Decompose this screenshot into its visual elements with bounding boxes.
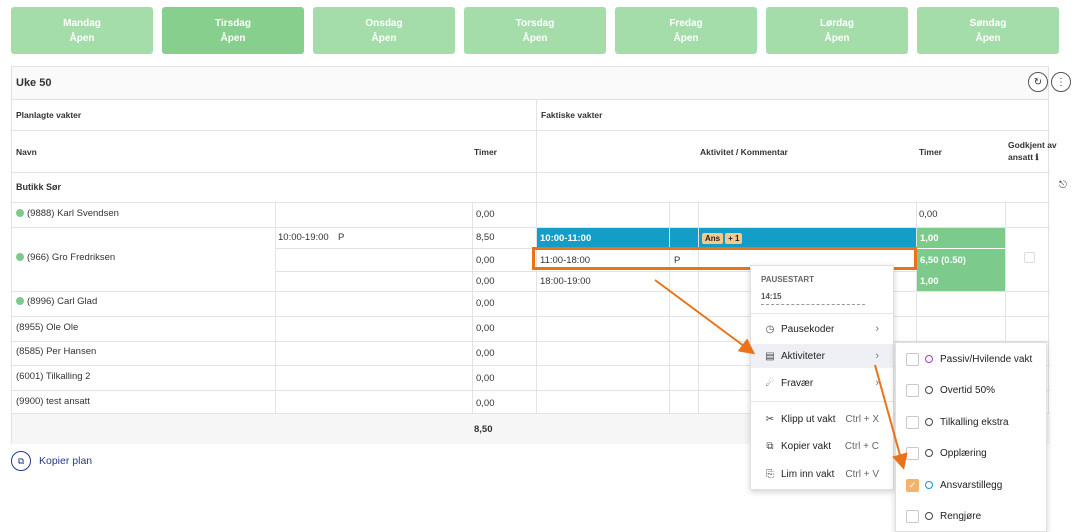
copy-plan-label: Kopier plan	[39, 455, 93, 467]
copy-icon: ⧉	[11, 451, 31, 471]
annotation-arrows	[654, 279, 908, 470]
copy-plan-button[interactable]: ⧉ Kopier plan	[11, 451, 92, 471]
arrow-to-aktiviteter	[654, 279, 756, 355]
arrow-to-ansvarstillegg	[874, 364, 908, 470]
